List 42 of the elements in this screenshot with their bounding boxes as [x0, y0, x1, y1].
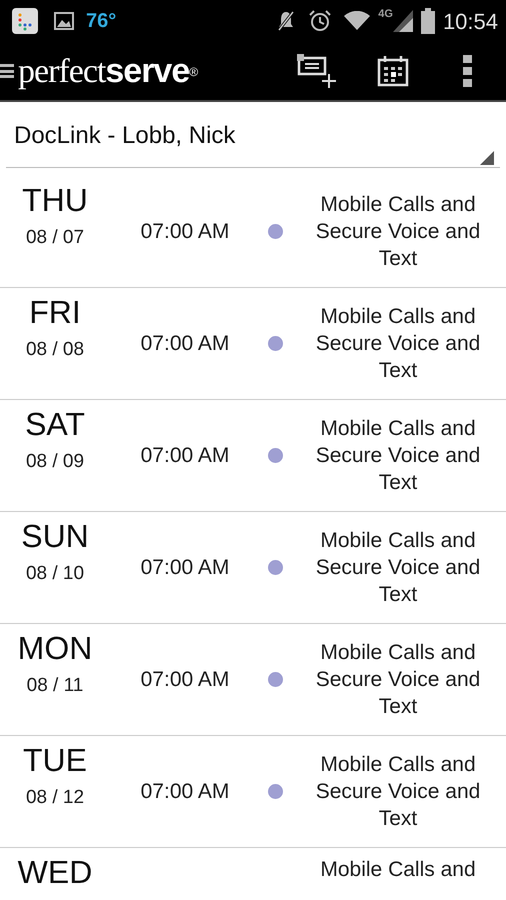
temperature: 76°	[86, 9, 116, 34]
provider-dropdown[interactable]: DocLink - Lobb, Nick	[6, 114, 500, 168]
day-label: TUE	[23, 741, 87, 780]
shift-description: Mobile Calls and Secure Voice and Text	[314, 752, 482, 832]
wifi-icon	[344, 11, 370, 31]
mute-icon	[276, 9, 296, 33]
app-icon	[12, 8, 38, 34]
network-label: 4G	[378, 7, 393, 22]
day-label: SUN	[21, 517, 89, 556]
shift-description: Mobile Calls and Secure Voice and Text	[314, 416, 482, 496]
signal-icon	[392, 10, 413, 32]
shift-time: 07:00 AM	[140, 218, 230, 245]
clock: 10:54	[442, 8, 498, 36]
shift-description: Mobile Calls and	[319, 857, 477, 883]
shift-time: 07:00 AM	[140, 778, 230, 805]
overflow-menu-icon[interactable]	[463, 55, 472, 87]
day-label: MON	[18, 629, 92, 668]
day-label: SAT	[25, 405, 85, 444]
menu-icon[interactable]	[0, 61, 14, 81]
date-label: 08 / 12	[26, 786, 84, 810]
day-label: THU	[22, 181, 88, 220]
shift-description: Mobile Calls and Secure Voice and Text	[314, 304, 482, 384]
shift-description: Mobile Calls and Secure Voice and Text	[314, 640, 482, 720]
battery-icon	[420, 8, 435, 34]
shift-time: 07:00 AM	[140, 666, 230, 693]
dropdown-caret-icon	[480, 151, 494, 165]
calendar-icon[interactable]	[377, 55, 409, 87]
new-message-icon[interactable]	[297, 54, 337, 88]
shift-description: Mobile Calls and Secure Voice and Text	[314, 528, 482, 608]
image-icon	[54, 12, 74, 30]
date-label: 08 / 07	[26, 226, 84, 250]
shift-time: 07:00 AM	[140, 442, 230, 469]
shift-time: 07:00 AM	[140, 330, 230, 357]
day-label: WED	[18, 853, 92, 892]
date-label: 08 / 08	[26, 338, 84, 362]
date-label: 08 / 11	[26, 674, 84, 698]
date-label: 08 / 09	[26, 450, 84, 474]
day-label: FRI	[29, 293, 81, 332]
shift-time: 07:00 AM	[140, 554, 230, 581]
alarm-icon	[308, 9, 332, 33]
shift-description: Mobile Calls and Secure Voice and Text	[314, 192, 482, 272]
date-label: 08 / 10	[26, 562, 84, 586]
